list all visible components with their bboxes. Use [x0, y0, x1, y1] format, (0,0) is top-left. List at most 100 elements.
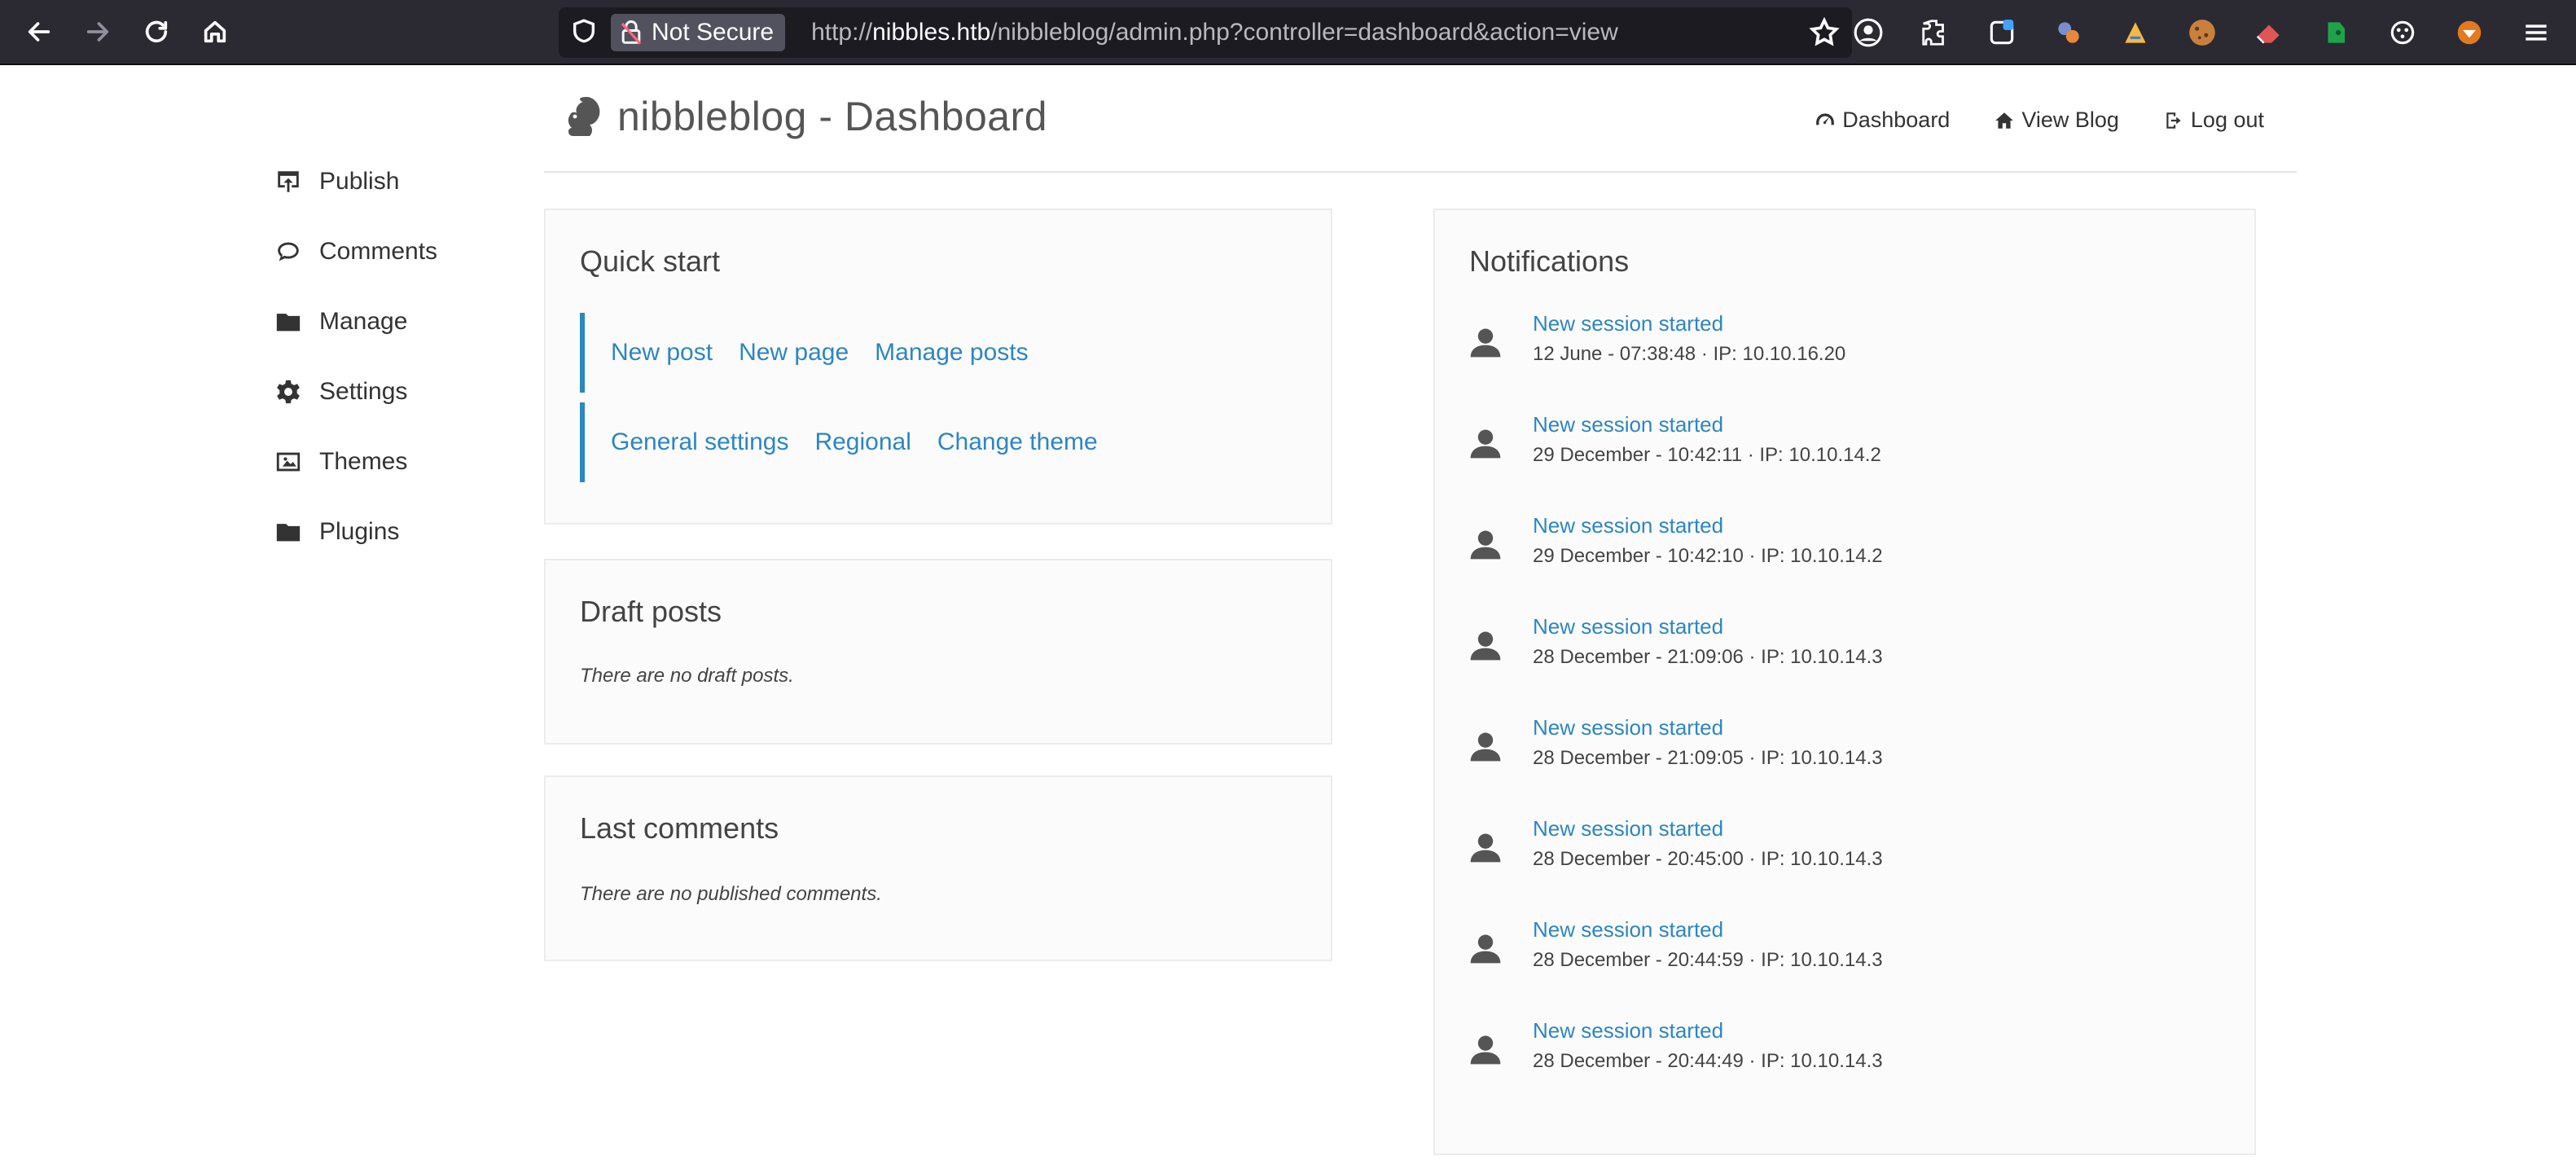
extensions-button[interactable] — [1914, 11, 1956, 54]
user-icon — [1468, 728, 1503, 764]
folder-icon — [274, 307, 303, 336]
nav-logout-link[interactable]: Log out — [2163, 108, 2264, 133]
container-icon — [1990, 20, 2014, 45]
user-icon — [1468, 526, 1503, 562]
reload-icon — [145, 20, 168, 42]
notification-title[interactable]: New session started — [1533, 712, 1883, 743]
forward-button[interactable] — [75, 9, 121, 55]
notification-title[interactable]: New session started — [1533, 409, 1881, 440]
security-label: Not Secure — [652, 19, 775, 46]
quick-start-panel: Quick start New post New page Manage pos… — [544, 209, 1332, 525]
url-text[interactable]: http://nibbles.htb/nibbleblog/admin.php?… — [811, 19, 1618, 46]
quick-start-title: Quick start — [580, 244, 721, 278]
quick-start-row: General settings Regional Change theme — [580, 402, 1124, 482]
gear-icon — [274, 377, 303, 406]
app-menu-button[interactable] — [2515, 11, 2557, 54]
notification-detail: 28 December - 20:45:00 · IP: 10.10.14.3 — [1533, 848, 1883, 870]
shield-icon — [573, 18, 595, 42]
sidebar-item-publish[interactable]: Publish — [274, 147, 502, 217]
url-host: nibbles.htb — [872, 19, 991, 46]
cookie-button[interactable] — [2181, 11, 2223, 54]
nav-label: View Blog — [2021, 108, 2119, 132]
cookie-icon — [2189, 20, 2215, 46]
bookmark-button[interactable] — [1808, 16, 1841, 53]
notifications-panel: Notifications New session started 12 June… — [1433, 209, 2256, 1155]
notification-item: New session started 28 December - 20:44:5… — [1468, 914, 1883, 976]
star-icon — [1809, 16, 1840, 46]
url-scheme: http:// — [811, 19, 873, 46]
security-indicator[interactable]: Not Secure — [611, 14, 786, 51]
eraser-button[interactable] — [2248, 11, 2290, 54]
extension-icon — [2058, 22, 2079, 43]
regional-link[interactable]: Regional — [814, 428, 911, 456]
lock-broken-icon — [621, 20, 642, 45]
new-post-link[interactable]: New post — [611, 339, 713, 367]
general-settings-link[interactable]: General settings — [611, 428, 788, 456]
extension-button-2[interactable] — [2114, 11, 2157, 54]
sidebar-item-comments[interactable]: Comments — [274, 217, 502, 287]
user-icon — [1468, 829, 1503, 865]
notification-detail: 29 December - 10:42:11 · IP: 10.10.14.2 — [1533, 444, 1881, 466]
user-icon — [1468, 1031, 1503, 1067]
extension-icon — [2125, 22, 2146, 43]
nav-label: Log out — [2190, 108, 2264, 132]
settings-extension-button[interactable] — [2381, 11, 2424, 54]
fox-icon — [2457, 20, 2482, 45]
reload-button[interactable] — [134, 9, 179, 55]
top-nav: Dashboard View Blog Log out — [1771, 108, 2264, 133]
foxyproxy-button[interactable] — [2448, 11, 2490, 54]
notifications-title: Notifications — [1469, 244, 1630, 278]
sidebar-item-themes[interactable]: Themes — [274, 427, 502, 497]
url-bar[interactable]: Not Secure http://nibbles.htb/nibbleblog… — [559, 7, 1852, 58]
extensions-icon — [1922, 20, 1944, 46]
notification-item: New session started 29 December - 10:42:1… — [1468, 409, 1881, 471]
notification-detail: 29 December - 10:42:10 · IP: 10.10.14.2 — [1533, 545, 1883, 567]
sidebar-item-settings[interactable]: Settings — [274, 357, 502, 427]
notification-title[interactable]: New session started — [1533, 308, 1845, 339]
notification-title[interactable]: New session started — [1533, 813, 1883, 844]
url-path: /nibbleblog/admin.php?controller=dashboa… — [990, 19, 1618, 46]
home-icon — [204, 20, 226, 43]
notification-title[interactable]: New session started — [1533, 611, 1883, 642]
account-icon — [1854, 18, 1883, 47]
sidebar-item-label: Comments — [319, 238, 438, 265]
folder-icon — [274, 517, 303, 547]
nav-dashboard-link[interactable]: Dashboard — [1815, 108, 1950, 133]
draft-posts-title: Draft posts — [580, 595, 722, 628]
sidebar-item-manage[interactable]: Manage — [274, 287, 502, 357]
last-comments-panel: Last comments There are no published com… — [544, 775, 1332, 961]
container-button[interactable] — [1981, 11, 2023, 54]
extension-toolbar — [1847, 11, 2576, 54]
extension-button-1[interactable] — [2047, 11, 2090, 54]
notification-title[interactable]: New session started — [1533, 510, 1883, 541]
home-button[interactable] — [192, 9, 238, 55]
notification-detail: 28 December - 21:09:05 · IP: 10.10.14.3 — [1533, 747, 1883, 769]
page-title: nibbleblog - Dashboard — [617, 94, 1048, 139]
sidebar-item-plugins[interactable]: Plugins — [274, 497, 502, 567]
logout-icon — [2166, 112, 2181, 129]
notification-item: New session started 28 December - 21:09:0… — [1468, 712, 1883, 774]
user-icon — [1468, 930, 1503, 966]
notification-item: New session started 12 June - 07:38:48 · … — [1468, 308, 1845, 370]
admin-sidebar: Publish Comments Manage Settings Themes … — [274, 147, 502, 567]
settings-icon — [2390, 20, 2415, 45]
tracking-protection-button[interactable] — [570, 17, 598, 49]
change-theme-link[interactable]: Change theme — [937, 428, 1098, 456]
user-icon — [1468, 627, 1503, 663]
image-icon — [274, 447, 303, 477]
account-button[interactable] — [1847, 11, 1889, 54]
notification-item: New session started 28 December - 20:44:4… — [1468, 1015, 1883, 1077]
new-page-link[interactable]: New page — [739, 339, 849, 367]
brand: nibbleblog - Dashboard — [560, 93, 1047, 140]
manage-posts-link[interactable]: Manage posts — [875, 339, 1028, 367]
nav-label: Dashboard — [1842, 108, 1951, 132]
notification-detail: 28 December - 20:44:49 · IP: 10.10.14.3 — [1533, 1050, 1883, 1072]
notification-item: New session started 29 December - 10:42:1… — [1468, 510, 1883, 572]
dashboard-header: nibbleblog - Dashboard Dashboard View Bl… — [544, 65, 2297, 173]
browser-toolbar: Not Secure http://nibbles.htb/nibbleblog… — [0, 0, 2576, 65]
nav-view-blog-link[interactable]: View Blog — [1994, 108, 2119, 133]
notification-title[interactable]: New session started — [1533, 1015, 1883, 1046]
back-button[interactable] — [16, 9, 62, 55]
evernote-button[interactable] — [2315, 11, 2357, 54]
notification-title[interactable]: New session started — [1533, 914, 1883, 945]
